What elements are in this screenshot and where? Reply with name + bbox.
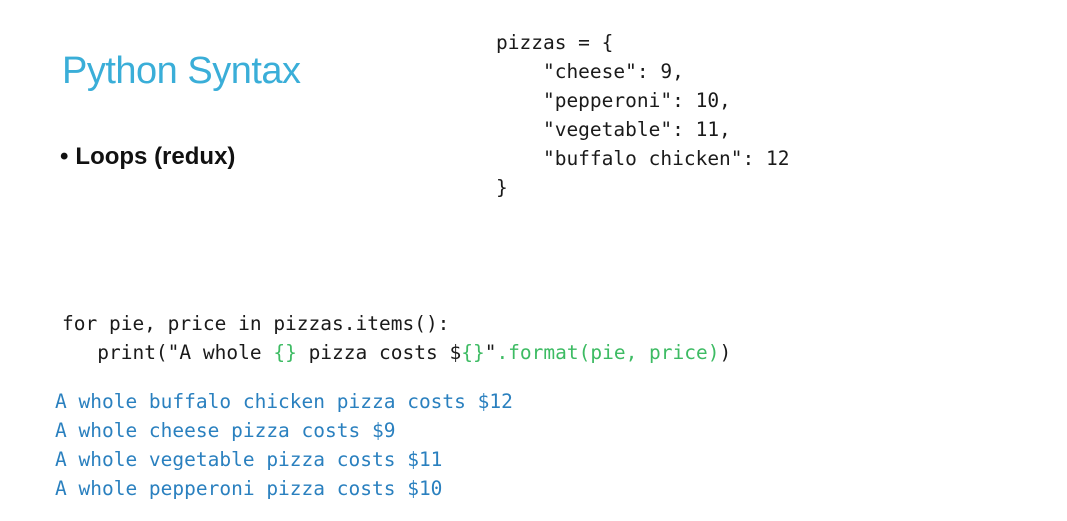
code-line: }	[496, 176, 508, 199]
code-line: "vegetable": 11,	[496, 118, 731, 141]
code-line: pizzas = {	[496, 31, 614, 54]
dict-code-block: pizzas = { "cheese": 9, "pepperoni": 10,…	[496, 28, 790, 202]
bullet-point: • Loops (redux)	[60, 143, 235, 171]
output-line: A whole vegetable pizza costs $11	[55, 448, 443, 471]
code-token-placeholder: {}	[461, 341, 485, 364]
code-token-method: .format(pie, price)	[496, 341, 720, 364]
code-token: )	[719, 341, 732, 364]
output-line: A whole cheese pizza costs $9	[55, 419, 396, 442]
bullet-text: Loops (redux)	[75, 143, 236, 170]
slide: Python Syntax • Loops (redux) pizzas = { …	[0, 0, 1067, 521]
code-token: print("A whole	[97, 341, 274, 364]
slide-title: Python Syntax	[62, 50, 301, 92]
code-line: "cheese": 9,	[496, 60, 684, 83]
code-line: print("A whole {} pizza costs ${}".forma…	[62, 338, 731, 367]
code-token: pizza costs $	[296, 341, 462, 364]
output-line: A whole buffalo chicken pizza costs $12	[55, 390, 513, 413]
code-line: for pie, price in pizzas.items():	[62, 312, 450, 335]
code-line: "buffalo chicken": 12	[496, 147, 790, 170]
loop-code-block: for pie, price in pizzas.items(): print(…	[62, 309, 731, 367]
code-token-placeholder: {}	[273, 341, 297, 364]
output-block: A whole buffalo chicken pizza costs $12 A…	[55, 387, 513, 503]
bullet-marker: •	[60, 143, 69, 170]
code-token: "	[484, 341, 497, 364]
output-line: A whole pepperoni pizza costs $10	[55, 477, 443, 500]
code-line: "pepperoni": 10,	[496, 89, 731, 112]
